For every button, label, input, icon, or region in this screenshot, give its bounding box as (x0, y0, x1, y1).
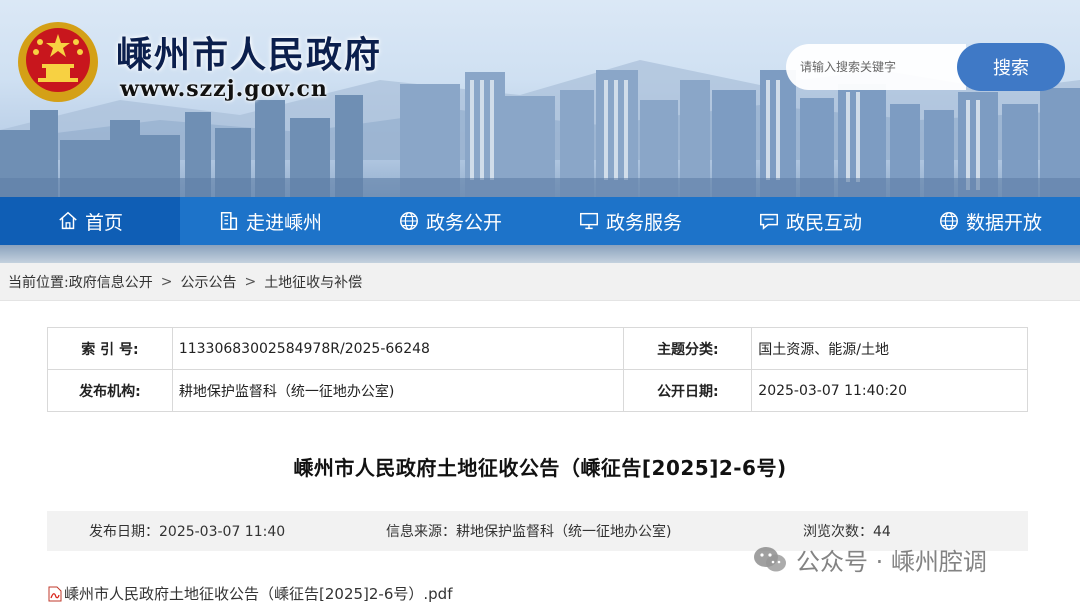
date-value: 2025-03-07 11:40:20 (751, 369, 1028, 412)
breadcrumb: 当前位置: 政府信息公开 > 公示公告 > 土地征收与补偿 (0, 263, 1080, 301)
national-emblem-icon (18, 22, 98, 102)
nav-item-interaction[interactable]: 政民互动 (720, 197, 900, 245)
nav-item-label: 走进嵊州 (245, 211, 322, 234)
view-count: 浏览次数：44 (803, 524, 891, 540)
nav-item-about[interactable]: 走进嵊州 (180, 197, 360, 245)
info-source: 信息来源：耕地保护监督科（统一征地办公室) (386, 524, 672, 540)
breadcrumb-item-gov-info[interactable]: 政府信息公开 (69, 272, 153, 292)
document-metadata-table: 索 引 号: 11330683002584978R/2025-66248 主题分… (47, 327, 1028, 412)
nav-item-label: 政民互动 (785, 211, 862, 234)
watermark-text: 公众号 · 嵊州腔调 (796, 548, 987, 576)
category-label: 主题分类: (623, 327, 753, 370)
category-value: 国土资源、能源/土地 (751, 327, 1028, 370)
nav-item-gov-service[interactable]: 政务服务 (540, 197, 720, 245)
pdf-icon (48, 586, 62, 601)
table-row: 索 引 号: 11330683002584978R/2025-66248 主题分… (47, 327, 1028, 370)
pdf-attachment-link[interactable]: 嵊州市人民政府土地征收公告（嵊征告[2025]2-6号）.pdf (48, 583, 452, 604)
nav-item-label: 首页 (84, 211, 123, 234)
nav-item-gov-open[interactable]: 政务公开 (360, 197, 540, 245)
date-label: 公开日期: (623, 369, 753, 412)
home-icon (59, 211, 77, 230)
nav-item-home[interactable]: 首页 (0, 197, 180, 245)
breadcrumb-separator: > (160, 273, 173, 290)
wechat-icon (754, 546, 786, 571)
main-nav: 首页 走进嵊州 政务公开 政务服务 政民互动 数据开放 (0, 197, 1080, 245)
nav-item-label: 政务服务 (605, 211, 682, 234)
publisher-label: 发布机构: (47, 369, 173, 412)
nav-item-open-data[interactable]: 数据开放 (900, 197, 1080, 245)
breadcrumb-item-notices[interactable]: 公示公告 (180, 272, 236, 292)
index-value: 11330683002584978R/2025-66248 (171, 327, 625, 370)
search-button[interactable]: 搜索 (957, 43, 1065, 91)
watermark: 公众号 · 嵊州腔调 (752, 542, 987, 577)
site-url: www.szzj.gov.cn (120, 76, 328, 102)
nav-item-label: 数据开放 (965, 211, 1042, 234)
table-row: 发布机构: 耕地保护监督科（统一征地办公室) 公开日期: 2025-03-07 … (47, 369, 1028, 412)
globe-icon (940, 212, 958, 230)
attachment-label: 嵊州市人民政府土地征收公告（嵊征告[2025]2-6号）.pdf (64, 585, 453, 603)
globe-icon (400, 212, 418, 230)
nav-shadow-strip (0, 245, 1080, 263)
publish-date: 发布日期：2025-03-07 11:40 (89, 524, 286, 540)
nav-item-label: 政务公开 (425, 211, 502, 234)
publisher-value: 耕地保护监督科（统一征地办公室) (171, 369, 625, 412)
monitor-icon (580, 212, 598, 230)
search-input[interactable] (786, 44, 966, 90)
chat-icon (760, 213, 778, 230)
site-title: 嵊州市人民政府 (116, 34, 383, 76)
breadcrumb-item-land[interactable]: 土地征收与补偿 (264, 272, 362, 292)
site-banner: 嵊州市人民政府 www.szzj.gov.cn 搜索 (0, 0, 1080, 197)
breadcrumb-prefix: 当前位置: (8, 274, 69, 291)
article-title: 嵊州市人民政府土地征收公告（嵊征告[2025]2-6号) (293, 456, 787, 480)
index-label: 索 引 号: (47, 327, 173, 370)
breadcrumb-separator: > (244, 273, 257, 290)
building-icon (220, 212, 238, 230)
